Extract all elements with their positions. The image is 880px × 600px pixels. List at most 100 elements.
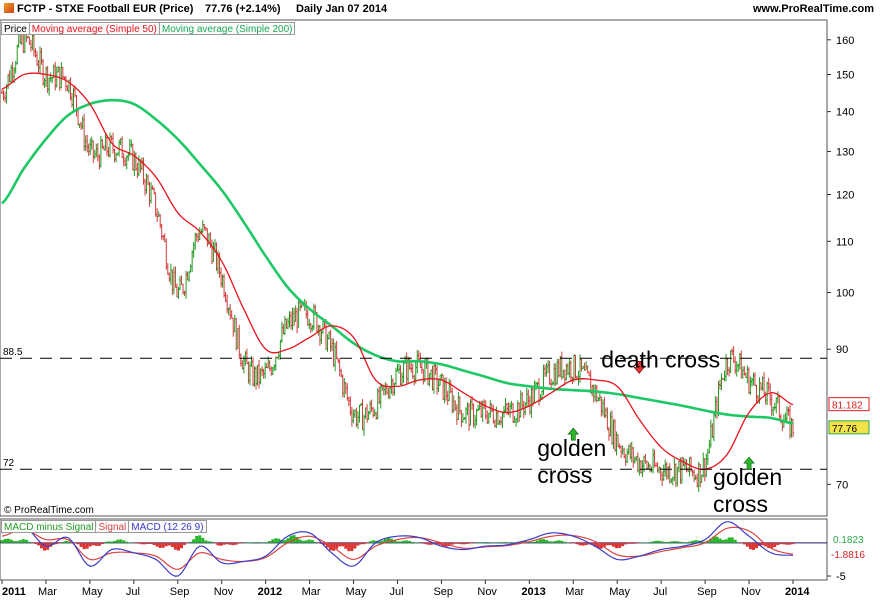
x-tick-label: Sep — [433, 586, 453, 598]
macd-hist-bar — [12, 540, 16, 543]
macd-hist-bar — [727, 537, 731, 543]
macd-hist-bar — [669, 541, 673, 543]
macd-hist-bar — [128, 542, 132, 544]
macd-hist-bar — [429, 542, 433, 545]
x-tick-label: Nov — [214, 586, 234, 598]
macd-hist-bar — [155, 542, 159, 547]
macd-hist-bar — [575, 542, 579, 545]
y-tick-label: 100 — [836, 288, 854, 300]
macd-hist-bar — [651, 541, 655, 543]
macd-hist-bar — [335, 542, 339, 549]
macd-hist-bar — [152, 542, 156, 545]
ma50-last-badge-text: 81.182 — [832, 401, 863, 412]
macd-hist-bar — [636, 542, 640, 544]
y-tick-label: 120 — [836, 190, 854, 202]
legend-ma200[interactable]: Moving average (Simple 200) — [158, 22, 296, 35]
macd-hist-bar — [225, 542, 229, 545]
macd-hist-bar — [207, 541, 211, 543]
x-tick-label: 2012 — [258, 586, 282, 598]
macd-hist-bar — [271, 539, 275, 543]
macd-hist-bar — [666, 541, 670, 543]
legend-macd-line[interactable]: MACD (12 26 9) — [128, 520, 207, 533]
macd-hist-bar — [718, 538, 722, 543]
macd-hist-bar — [724, 539, 728, 543]
macd-hist-bar — [316, 542, 320, 544]
macd-hist-bar — [472, 542, 476, 544]
macd-hist-bar — [505, 542, 509, 543]
x-tick-label: Jul — [126, 586, 140, 598]
macd-hist-bar — [253, 542, 257, 543]
macd-hist-bar — [64, 540, 68, 543]
macd-hist-bar — [791, 542, 795, 545]
macd-hist-bar — [344, 542, 348, 549]
legend-macd-signal[interactable]: Signal — [95, 520, 130, 533]
macd-hist-bar — [210, 541, 214, 543]
macd-hist-bar — [779, 542, 783, 545]
macd-hist-bar — [459, 542, 463, 545]
macd-hist-bar — [234, 542, 238, 545]
macd-hist-bar — [456, 542, 460, 544]
macd-hist-bar — [639, 542, 643, 544]
macd-hist-bar — [79, 542, 83, 547]
y-tick-label: 130 — [836, 146, 854, 158]
macd-hist-bar — [143, 542, 147, 545]
macd-hist-bar — [420, 542, 424, 544]
macd-hist-bar — [164, 542, 168, 547]
macd-hist-bar — [103, 542, 107, 543]
macd-hist-bar — [310, 540, 314, 543]
macd-hist-bar — [773, 542, 777, 547]
x-tick-label: 2013 — [521, 586, 545, 598]
macd-hist-bar — [106, 541, 110, 543]
macd-hist-bar — [475, 542, 479, 544]
macd-hist-bar — [186, 542, 190, 544]
annotation-1: death cross — [601, 346, 720, 374]
macd-hist-bar — [268, 541, 272, 543]
macd-hist-bar — [414, 542, 418, 544]
macd-hist-bar — [685, 542, 689, 543]
macd-hist-bar — [113, 540, 117, 543]
x-tick-label: 2011 — [2, 586, 26, 598]
macd-hist-bar — [21, 539, 25, 543]
main-legend: Price Moving average (Simple 50) Moving … — [1, 22, 296, 35]
macd-hist-bar — [179, 542, 183, 549]
macd-hist-bar — [134, 542, 138, 544]
macd-hist-bar — [481, 542, 485, 543]
annotation-text: cross — [537, 462, 592, 488]
macd-hist-bar — [453, 542, 457, 544]
reference-label-0: 88.5 — [3, 347, 23, 358]
macd-hist-bar — [256, 542, 260, 543]
macd-hist-bar — [313, 541, 317, 543]
legend-price[interactable]: Price — [1, 22, 30, 35]
macd-hist-bar — [371, 540, 375, 543]
macd-hist-bar — [192, 539, 196, 543]
x-tick-label: Jul — [390, 586, 404, 598]
macd-hist-bar — [462, 542, 466, 545]
macd-hist-bar — [33, 542, 37, 544]
macd-hist-bar — [161, 542, 165, 548]
macd-hist-bar — [490, 542, 494, 543]
macd-hist-bar — [633, 542, 637, 544]
macd-hist-bar — [402, 540, 406, 543]
macd-hist-bar — [499, 542, 503, 543]
macd-hist-bar — [88, 542, 92, 547]
macd-hist-bar — [283, 540, 287, 543]
macd-hist-bar — [368, 541, 372, 543]
macd-hist-bar — [730, 537, 734, 543]
annotation-text: death cross — [601, 346, 720, 372]
legend-macd-hist[interactable]: MACD minus Signal — [1, 520, 97, 533]
x-tick-label: May — [346, 586, 367, 598]
x-tick-label: Nov — [741, 586, 761, 598]
ma50-last-badge: 81.182 — [828, 397, 870, 412]
macd-hist-bar — [691, 540, 695, 543]
macd-hist-bar — [581, 542, 585, 546]
macd-hist-bar — [560, 540, 564, 543]
macd-legend: MACD minus Signal Signal MACD (12 26 9) — [1, 520, 207, 533]
y-tick-label: 150 — [836, 70, 854, 82]
macd-hist-bar — [204, 540, 208, 543]
macd-hist-bar — [347, 542, 351, 552]
legend-ma50[interactable]: Moving average (Simple 50) — [28, 22, 160, 35]
instrument-title: FCTP - STXE Football EUR (Price) — [17, 3, 194, 15]
macd-hist-bar — [535, 540, 539, 543]
macd-hist-bar — [733, 539, 737, 543]
macd-hist-bar — [149, 542, 153, 544]
